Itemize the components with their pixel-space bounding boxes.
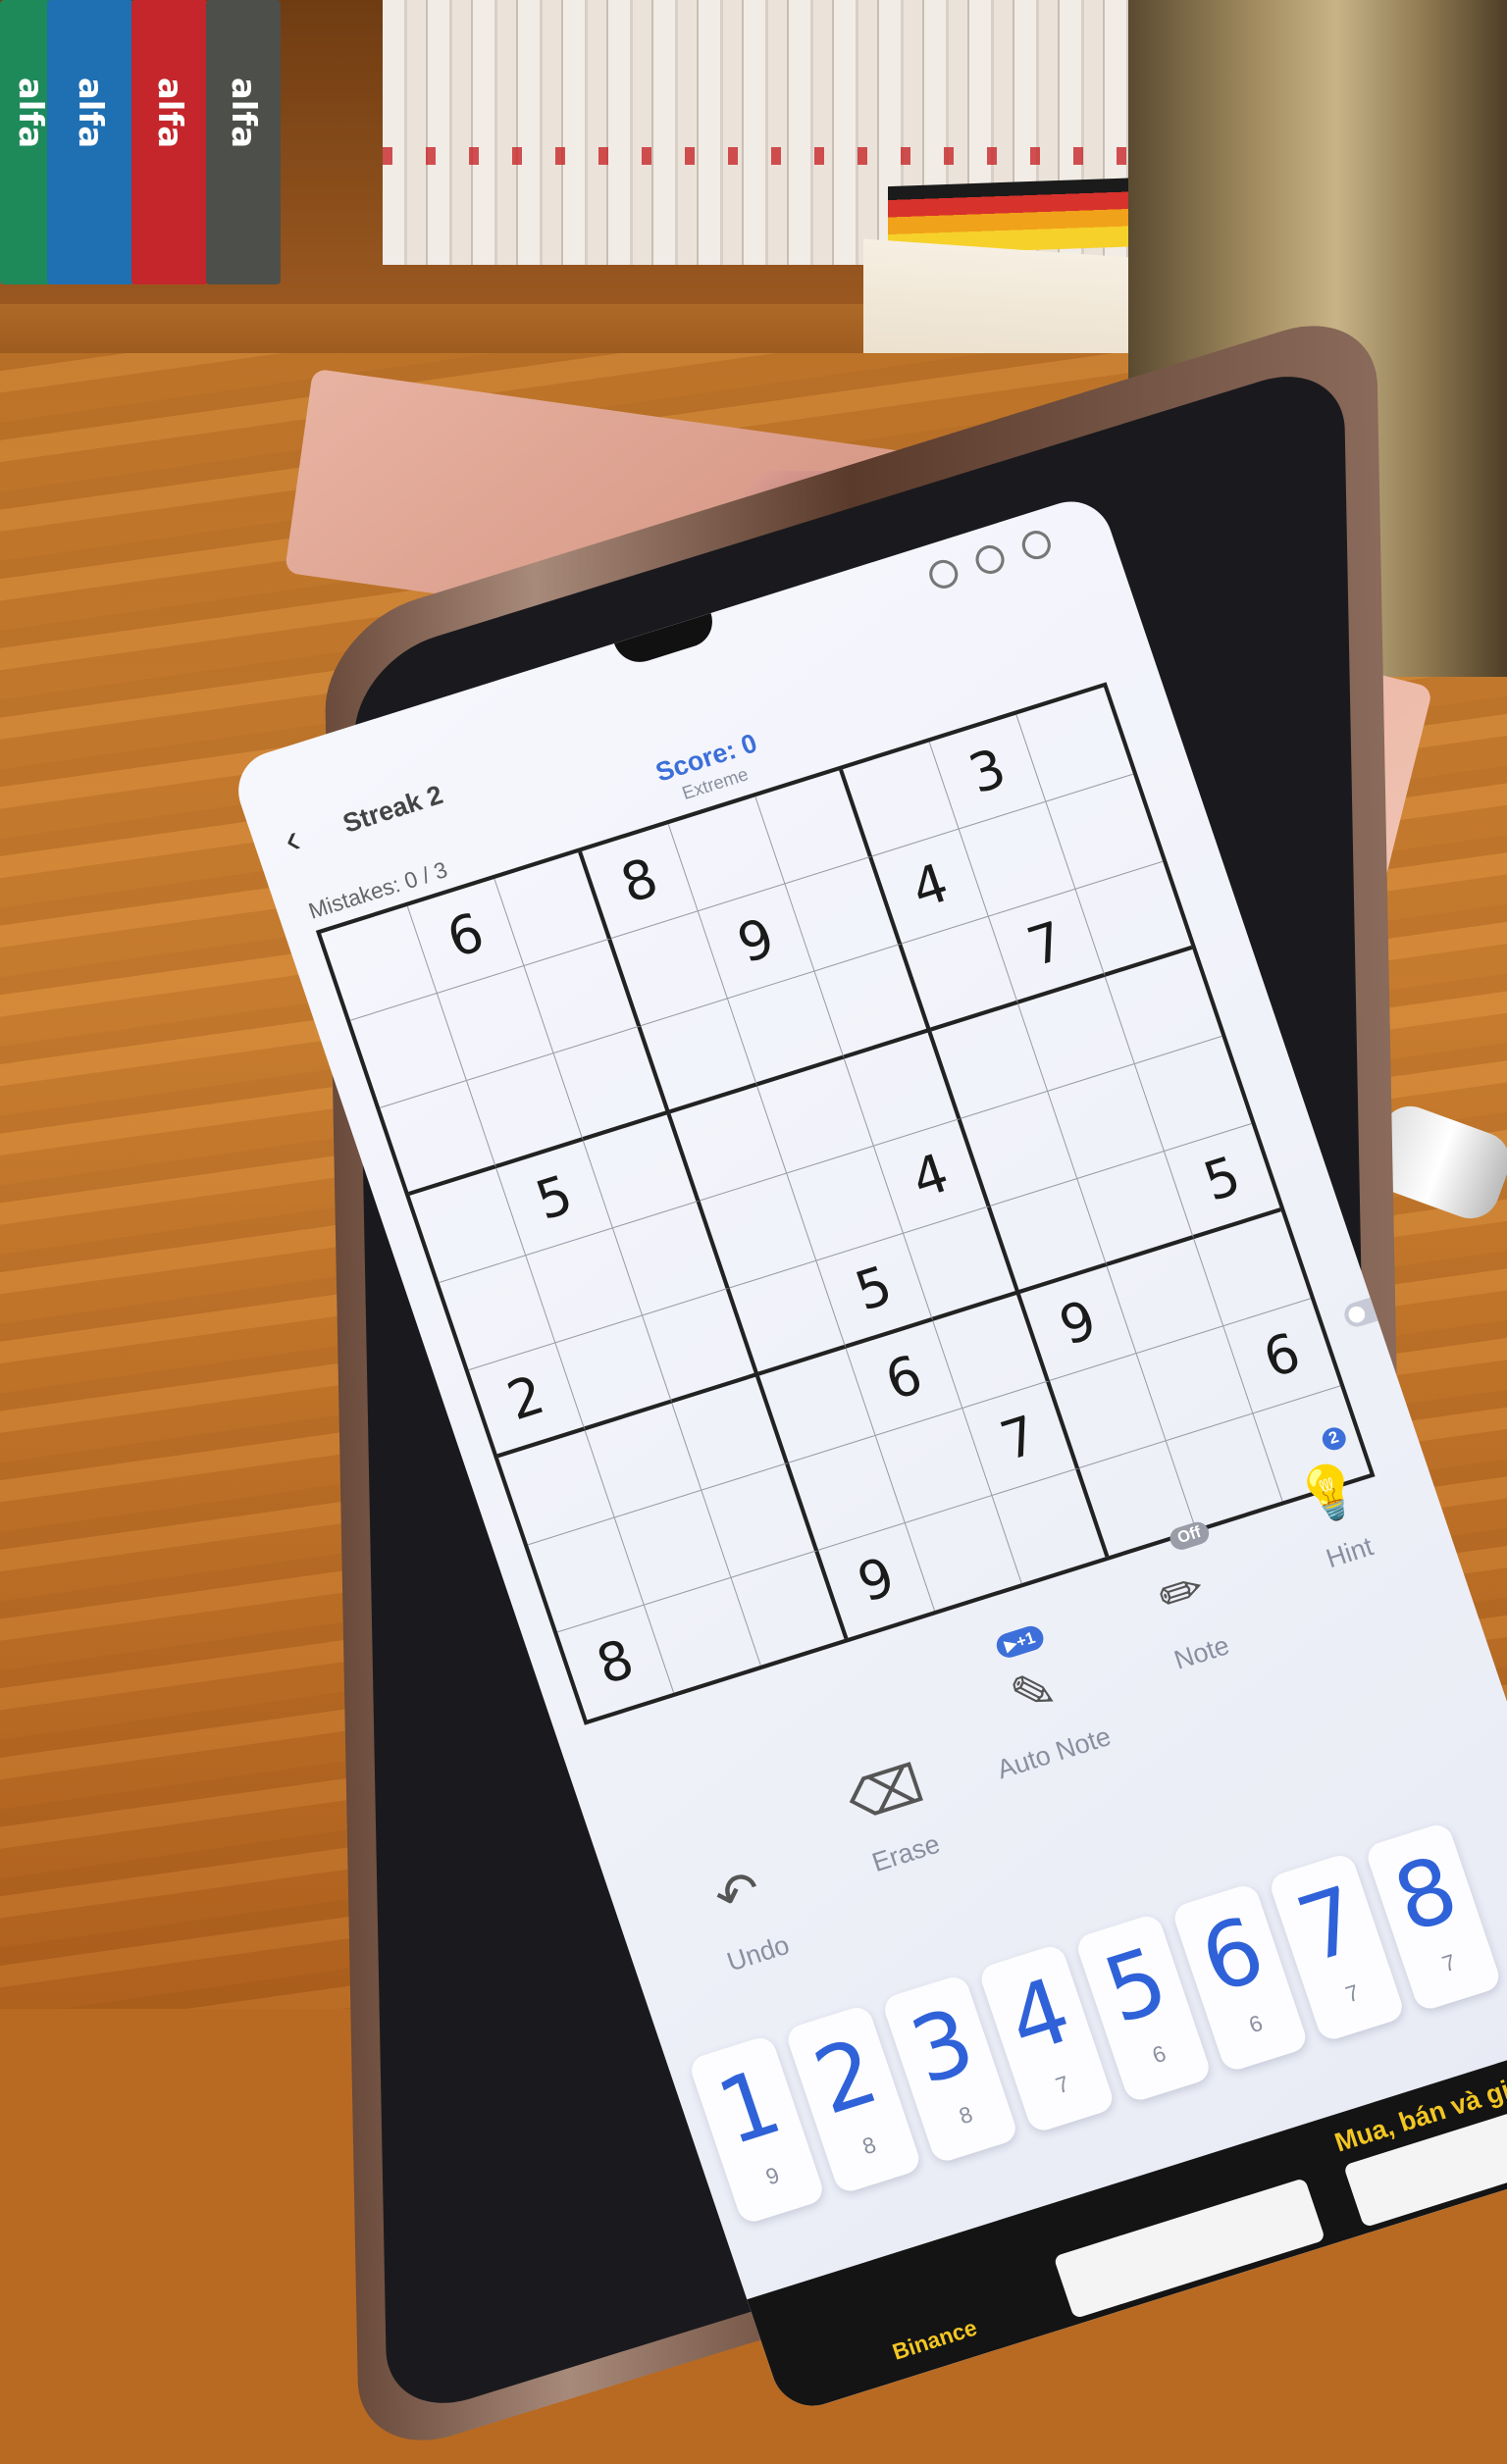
book-blue: alfa <box>47 0 133 284</box>
book-red: alfa <box>131 0 208 284</box>
streak-label: Streak 2 <box>338 779 446 840</box>
book-spine-text: alfa <box>150 77 189 148</box>
auto-note-badge: ▶+1 <box>993 1623 1046 1661</box>
status-icon <box>925 556 961 591</box>
number-key-digit: 3 <box>900 1991 985 2101</box>
status-icon <box>1018 527 1055 562</box>
number-key-remaining: 7 <box>1053 2071 1073 2100</box>
number-key-digit: 2 <box>804 2022 889 2131</box>
note-button[interactable]: Off ✏ Note <box>1094 1540 1283 1693</box>
chevron-left-icon[interactable]: ‹ <box>279 816 306 864</box>
book-spine-text: alfa <box>11 77 50 148</box>
ad-card[interactable] <box>1054 2178 1326 2319</box>
number-key-digit: 4 <box>997 1961 1082 2071</box>
number-key-remaining: 6 <box>1149 2040 1169 2070</box>
number-key-remaining: 7 <box>1439 1949 1460 1978</box>
number-key-remaining: 8 <box>956 2101 976 2130</box>
number-key-remaining: 7 <box>1342 1979 1363 2009</box>
ad-action: Binance <box>889 2315 980 2366</box>
auto-note-button[interactable]: ▶+1 ✎ Auto Note <box>947 1640 1136 1793</box>
book-grey: alfa <box>206 0 281 284</box>
number-key-digit: 7 <box>1286 1870 1372 1979</box>
number-key-digit: 8 <box>1383 1839 1469 1949</box>
book-spine-text: alfa <box>71 77 110 148</box>
number-key-remaining: 9 <box>762 2162 783 2191</box>
number-key-remaining: 8 <box>859 2131 880 2161</box>
erase-button[interactable]: ⌫ Erase <box>799 1740 988 1893</box>
status-icon <box>972 541 1009 577</box>
number-key-digit: 5 <box>1093 1930 1178 2040</box>
number-key-digit: 1 <box>706 2052 792 2162</box>
undo-button[interactable]: ↶ Undo <box>650 1840 840 1993</box>
book-spine-text: alfa <box>224 77 263 148</box>
number-key-remaining: 6 <box>1246 2010 1267 2039</box>
number-key-digit: 6 <box>1190 1900 1275 2010</box>
